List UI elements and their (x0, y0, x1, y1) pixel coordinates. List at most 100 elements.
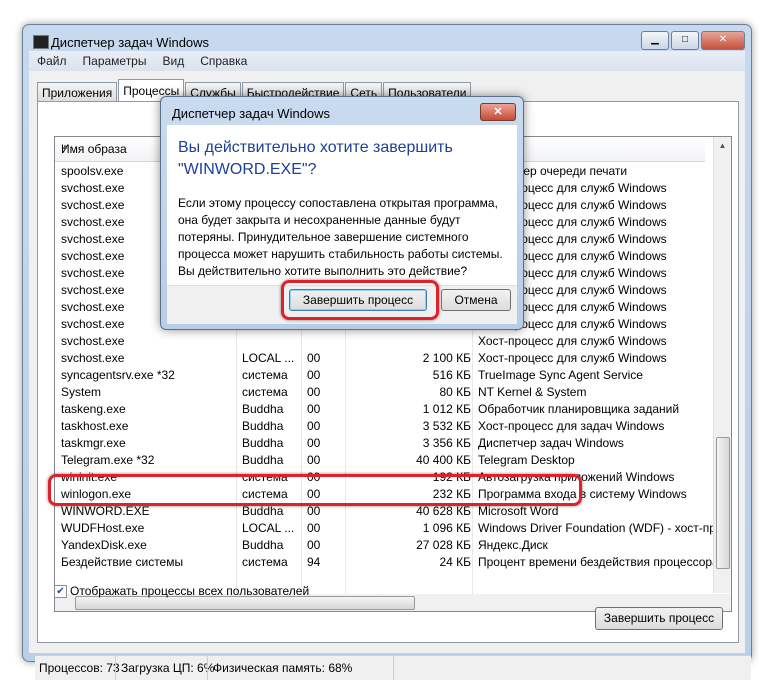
dialog-close-button[interactable]: ✕ (480, 103, 516, 121)
user-name: Buddha (242, 453, 284, 467)
memory: 2 100 КБ (422, 351, 471, 365)
memory: 40 628 КБ (416, 504, 471, 518)
process-name: taskmgr.exe (61, 436, 126, 450)
task-manager-icon (33, 35, 49, 49)
cpu: 00 (307, 385, 321, 399)
process-name: svchost.exe (61, 215, 125, 229)
show-all-checkbox[interactable]: ✔ (54, 585, 67, 598)
description: Windows Driver Foundation (WDF) - хост-п… (478, 521, 732, 535)
menu-bar: Файл Параметры Вид Справка (29, 51, 745, 71)
vertical-scrollbar[interactable]: ▲ (713, 137, 731, 593)
process-name: svchost.exe (61, 181, 125, 195)
cpu: 00 (307, 436, 321, 450)
process-name: taskhost.exe (61, 419, 129, 433)
menu-options[interactable]: Параметры (75, 51, 155, 71)
highlight-winword-row (48, 474, 582, 506)
dialog-message: Если этому процессу сопоставлена открыта… (178, 196, 503, 278)
user-name: Buddha (242, 419, 284, 433)
description: TrueImage Sync Agent Service (478, 368, 643, 382)
cpu: 00 (307, 351, 321, 365)
memory: 80 КБ (439, 385, 471, 399)
description: Обработчик планировщика заданий (478, 402, 680, 416)
menu-view[interactable]: Вид (154, 51, 192, 71)
maximize-button[interactable]: □ (671, 31, 699, 50)
process-row[interactable]: svchost.exe LOCAL ... 00 2 100 КБ Хост-проце… (55, 349, 705, 366)
memory: 3 356 КБ (422, 436, 471, 450)
status-memory: Физическая память: 68% (213, 661, 353, 675)
dialog-title: Диспетчер задач Windows (172, 106, 331, 121)
tab-applications[interactable]: Приложения (37, 82, 118, 102)
process-name: spoolsv.exe (61, 164, 124, 178)
sort-ascending-icon: ▲ (61, 142, 69, 151)
user-name: LOCAL ... (242, 351, 295, 365)
end-process-button[interactable]: Завершить процесс (595, 607, 723, 630)
description: Процент времени бездействия процессора (478, 555, 719, 569)
cpu: 00 (307, 504, 321, 518)
user-name: система (242, 368, 288, 382)
memory: 40 400 КБ (416, 453, 471, 467)
show-all-label: Отображать процессы всех пользователей (70, 584, 310, 598)
process-name: svchost.exe (61, 283, 125, 297)
description: Хост-процесс для служб Windows (478, 351, 667, 365)
description: Хост-процесс для служб Windows (478, 334, 667, 348)
memory: 24 КБ (439, 555, 471, 569)
process-name: Бездействие системы (61, 555, 184, 569)
cpu: 00 (307, 521, 321, 535)
scroll-up-icon[interactable]: ▲ (714, 141, 731, 150)
process-row[interactable]: System система 00 80 КБ NT Kernel & System (55, 383, 705, 400)
process-row[interactable]: taskhost.exe Buddha 00 3 532 КБ Хост-процесс… (55, 417, 705, 434)
process-name: WUDFHost.exe (61, 521, 145, 535)
process-row[interactable]: taskmgr.exe Buddha 00 3 356 КБ Диспетчер зад… (55, 434, 705, 451)
process-row[interactable]: syncagentsrv.exe *32 система 00 516 КБ TrueI… (55, 366, 705, 383)
column-header-name[interactable]: Имя образа (61, 142, 127, 156)
process-row[interactable]: svchost.exe Хост-процесс для служб Window… (55, 332, 705, 349)
process-name: svchost.exe (61, 300, 125, 314)
user-name: Buddha (242, 402, 284, 416)
process-name: YandexDisk.exe (61, 538, 147, 552)
cpu: 94 (307, 555, 321, 569)
process-name: taskeng.exe (61, 402, 126, 416)
user-name: система (242, 555, 288, 569)
process-name: svchost.exe (61, 334, 125, 348)
process-name: svchost.exe (61, 266, 125, 280)
memory: 1 012 КБ (422, 402, 471, 416)
user-name: Buddha (242, 504, 284, 518)
memory: 3 532 КБ (422, 419, 471, 433)
dialog-heading: Вы действительно хотите завершить "WINWO… (178, 139, 453, 178)
horizontal-scroll-thumb[interactable] (75, 596, 415, 610)
description: NT Kernel & System (478, 385, 587, 399)
process-row[interactable]: taskeng.exe Buddha 00 1 012 КБ Обработчик пл… (55, 400, 705, 417)
minimize-button[interactable]: ▁ (641, 31, 669, 50)
cpu: 00 (307, 453, 321, 467)
close-button[interactable]: ✕ (701, 31, 745, 50)
memory: 516 КБ (432, 368, 471, 382)
process-name: System (61, 385, 102, 399)
description: Диспетчер задач Windows (478, 436, 624, 450)
vertical-scroll-thumb[interactable] (716, 437, 730, 569)
process-row[interactable]: YandexDisk.exe Buddha 00 27 028 КБ Яндекс.Ди… (55, 536, 705, 553)
description: Яндекс.Диск (478, 538, 548, 552)
process-row[interactable]: Telegram.exe *32 Buddha 00 40 400 КБ Telegra… (55, 451, 705, 468)
description: Telegram Desktop (478, 453, 575, 467)
description: Microsoft Word (478, 504, 559, 518)
menu-help[interactable]: Справка (192, 51, 255, 71)
cpu: 00 (307, 368, 321, 382)
process-name: svchost.exe (61, 317, 125, 331)
user-name: Buddha (242, 436, 284, 450)
process-row[interactable]: WUDFHost.exe LOCAL ... 00 1 096 КБ Windows D… (55, 519, 731, 536)
cpu: 00 (307, 402, 321, 416)
process-row[interactable]: Бездействие системы система 94 24 КБ Процент… (55, 553, 719, 570)
process-name: syncagentsrv.exe *32 (61, 368, 175, 382)
status-bar: Процессов: 73 Загрузка ЦП: 6% Физическая… (35, 655, 751, 680)
process-name: svchost.exe (61, 249, 125, 263)
highlight-confirm-button (281, 280, 439, 320)
user-name: LOCAL ... (242, 521, 295, 535)
menu-file[interactable]: Файл (29, 51, 75, 71)
process-name: svchost.exe (61, 198, 125, 212)
status-cpu: Загрузка ЦП: 6% (121, 661, 215, 675)
confirm-dialog: Диспетчер задач Windows ✕ Вы действитель… (160, 96, 524, 330)
process-name: Telegram.exe *32 (61, 453, 155, 467)
memory: 1 096 КБ (422, 521, 471, 535)
dialog-cancel-button[interactable]: Отмена (441, 289, 511, 311)
process-name: svchost.exe (61, 232, 125, 246)
